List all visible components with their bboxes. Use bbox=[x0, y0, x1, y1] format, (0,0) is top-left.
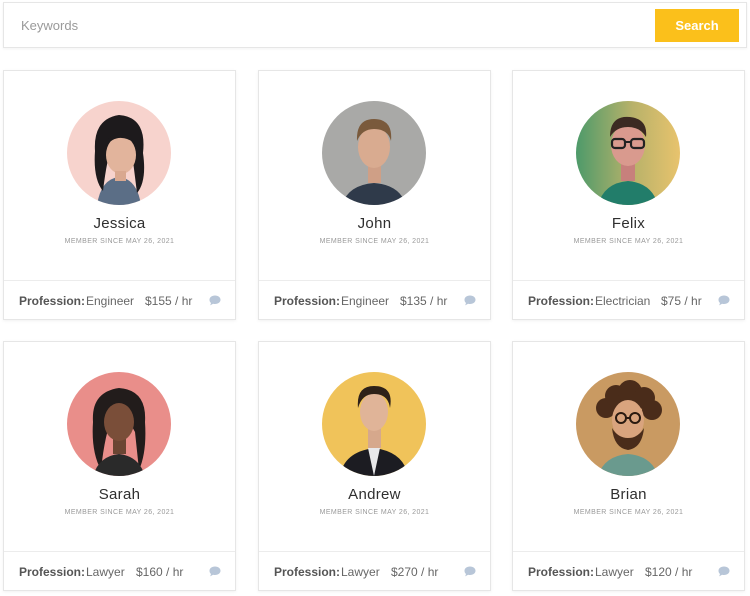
chat-icon[interactable] bbox=[718, 295, 730, 306]
hourly-rate: $155 / hr bbox=[145, 294, 193, 308]
profile-card[interactable]: Sarah MEMBER SINCE MAY 26, 2021 Professi… bbox=[3, 341, 236, 591]
member-since: MEMBER SINCE MAY 26, 2021 bbox=[573, 238, 684, 245]
profession-label: Profession: bbox=[274, 565, 341, 579]
profession-label: Profession: bbox=[528, 294, 595, 308]
profession-label: Profession: bbox=[19, 294, 86, 308]
hourly-rate: $120 / hr bbox=[645, 565, 693, 579]
chat-icon[interactable] bbox=[209, 566, 221, 577]
profile-card[interactable]: Andrew MEMBER SINCE MAY 26, 2021 Profess… bbox=[258, 341, 491, 591]
chat-icon[interactable] bbox=[464, 566, 476, 577]
avatar[interactable] bbox=[322, 101, 426, 205]
profile-name: Brian bbox=[610, 486, 647, 503]
search-bar: Search bbox=[3, 2, 747, 48]
card-footer: Profession: Electrician $75 / hr bbox=[513, 280, 744, 320]
chat-icon[interactable] bbox=[464, 295, 476, 306]
profession-label: Profession: bbox=[274, 294, 341, 308]
avatar[interactable] bbox=[576, 372, 680, 476]
card-footer: Profession: Engineer $155 / hr bbox=[4, 280, 235, 320]
profile-card[interactable]: John MEMBER SINCE MAY 26, 2021 Professio… bbox=[258, 70, 491, 320]
profile-card[interactable]: Brian MEMBER SINCE MAY 26, 2021 Professi… bbox=[512, 341, 745, 591]
member-since: MEMBER SINCE MAY 26, 2021 bbox=[319, 509, 430, 516]
chat-icon[interactable] bbox=[209, 295, 221, 306]
avatar[interactable] bbox=[576, 101, 680, 205]
profile-name: Jessica bbox=[93, 215, 146, 232]
profile-card[interactable]: Felix MEMBER SINCE MAY 26, 2021 Professi… bbox=[512, 70, 745, 320]
hourly-rate: $75 / hr bbox=[661, 294, 702, 308]
profession-value: Engineer bbox=[86, 294, 135, 308]
profession-value: Lawyer bbox=[86, 565, 125, 579]
profile-name: John bbox=[357, 215, 392, 232]
profile-name: Felix bbox=[611, 215, 646, 232]
member-since: MEMBER SINCE MAY 26, 2021 bbox=[573, 509, 684, 516]
profession-value: Lawyer bbox=[341, 565, 380, 579]
profile-card[interactable]: Jessica MEMBER SINCE MAY 26, 2021 Profes… bbox=[3, 70, 236, 320]
profession-value: Engineer bbox=[341, 294, 390, 308]
hourly-rate: $160 / hr bbox=[136, 565, 184, 579]
hourly-rate: $135 / hr bbox=[400, 294, 448, 308]
avatar[interactable] bbox=[322, 372, 426, 476]
search-input[interactable] bbox=[4, 3, 654, 47]
profile-name: Sarah bbox=[98, 486, 141, 503]
member-since: MEMBER SINCE MAY 26, 2021 bbox=[64, 238, 175, 245]
profession-label: Profession: bbox=[19, 565, 86, 579]
avatar[interactable] bbox=[67, 101, 171, 205]
avatar[interactable] bbox=[67, 372, 171, 476]
chat-icon[interactable] bbox=[718, 566, 730, 577]
profession-value: Electrician bbox=[595, 294, 651, 308]
card-footer: Profession: Lawyer $160 / hr bbox=[4, 551, 235, 591]
profession-value: Lawyer bbox=[595, 565, 634, 579]
profession-label: Profession: bbox=[528, 565, 595, 579]
search-button[interactable]: Search bbox=[655, 9, 739, 42]
card-footer: Profession: Engineer $135 / hr bbox=[259, 280, 490, 320]
card-footer: Profession: Lawyer $270 / hr bbox=[259, 551, 490, 591]
profile-name: Andrew bbox=[348, 486, 401, 503]
member-since: MEMBER SINCE MAY 26, 2021 bbox=[64, 509, 175, 516]
hourly-rate: $270 / hr bbox=[391, 565, 439, 579]
member-since: MEMBER SINCE MAY 26, 2021 bbox=[319, 238, 430, 245]
card-footer: Profession: Lawyer $120 / hr bbox=[513, 551, 744, 591]
